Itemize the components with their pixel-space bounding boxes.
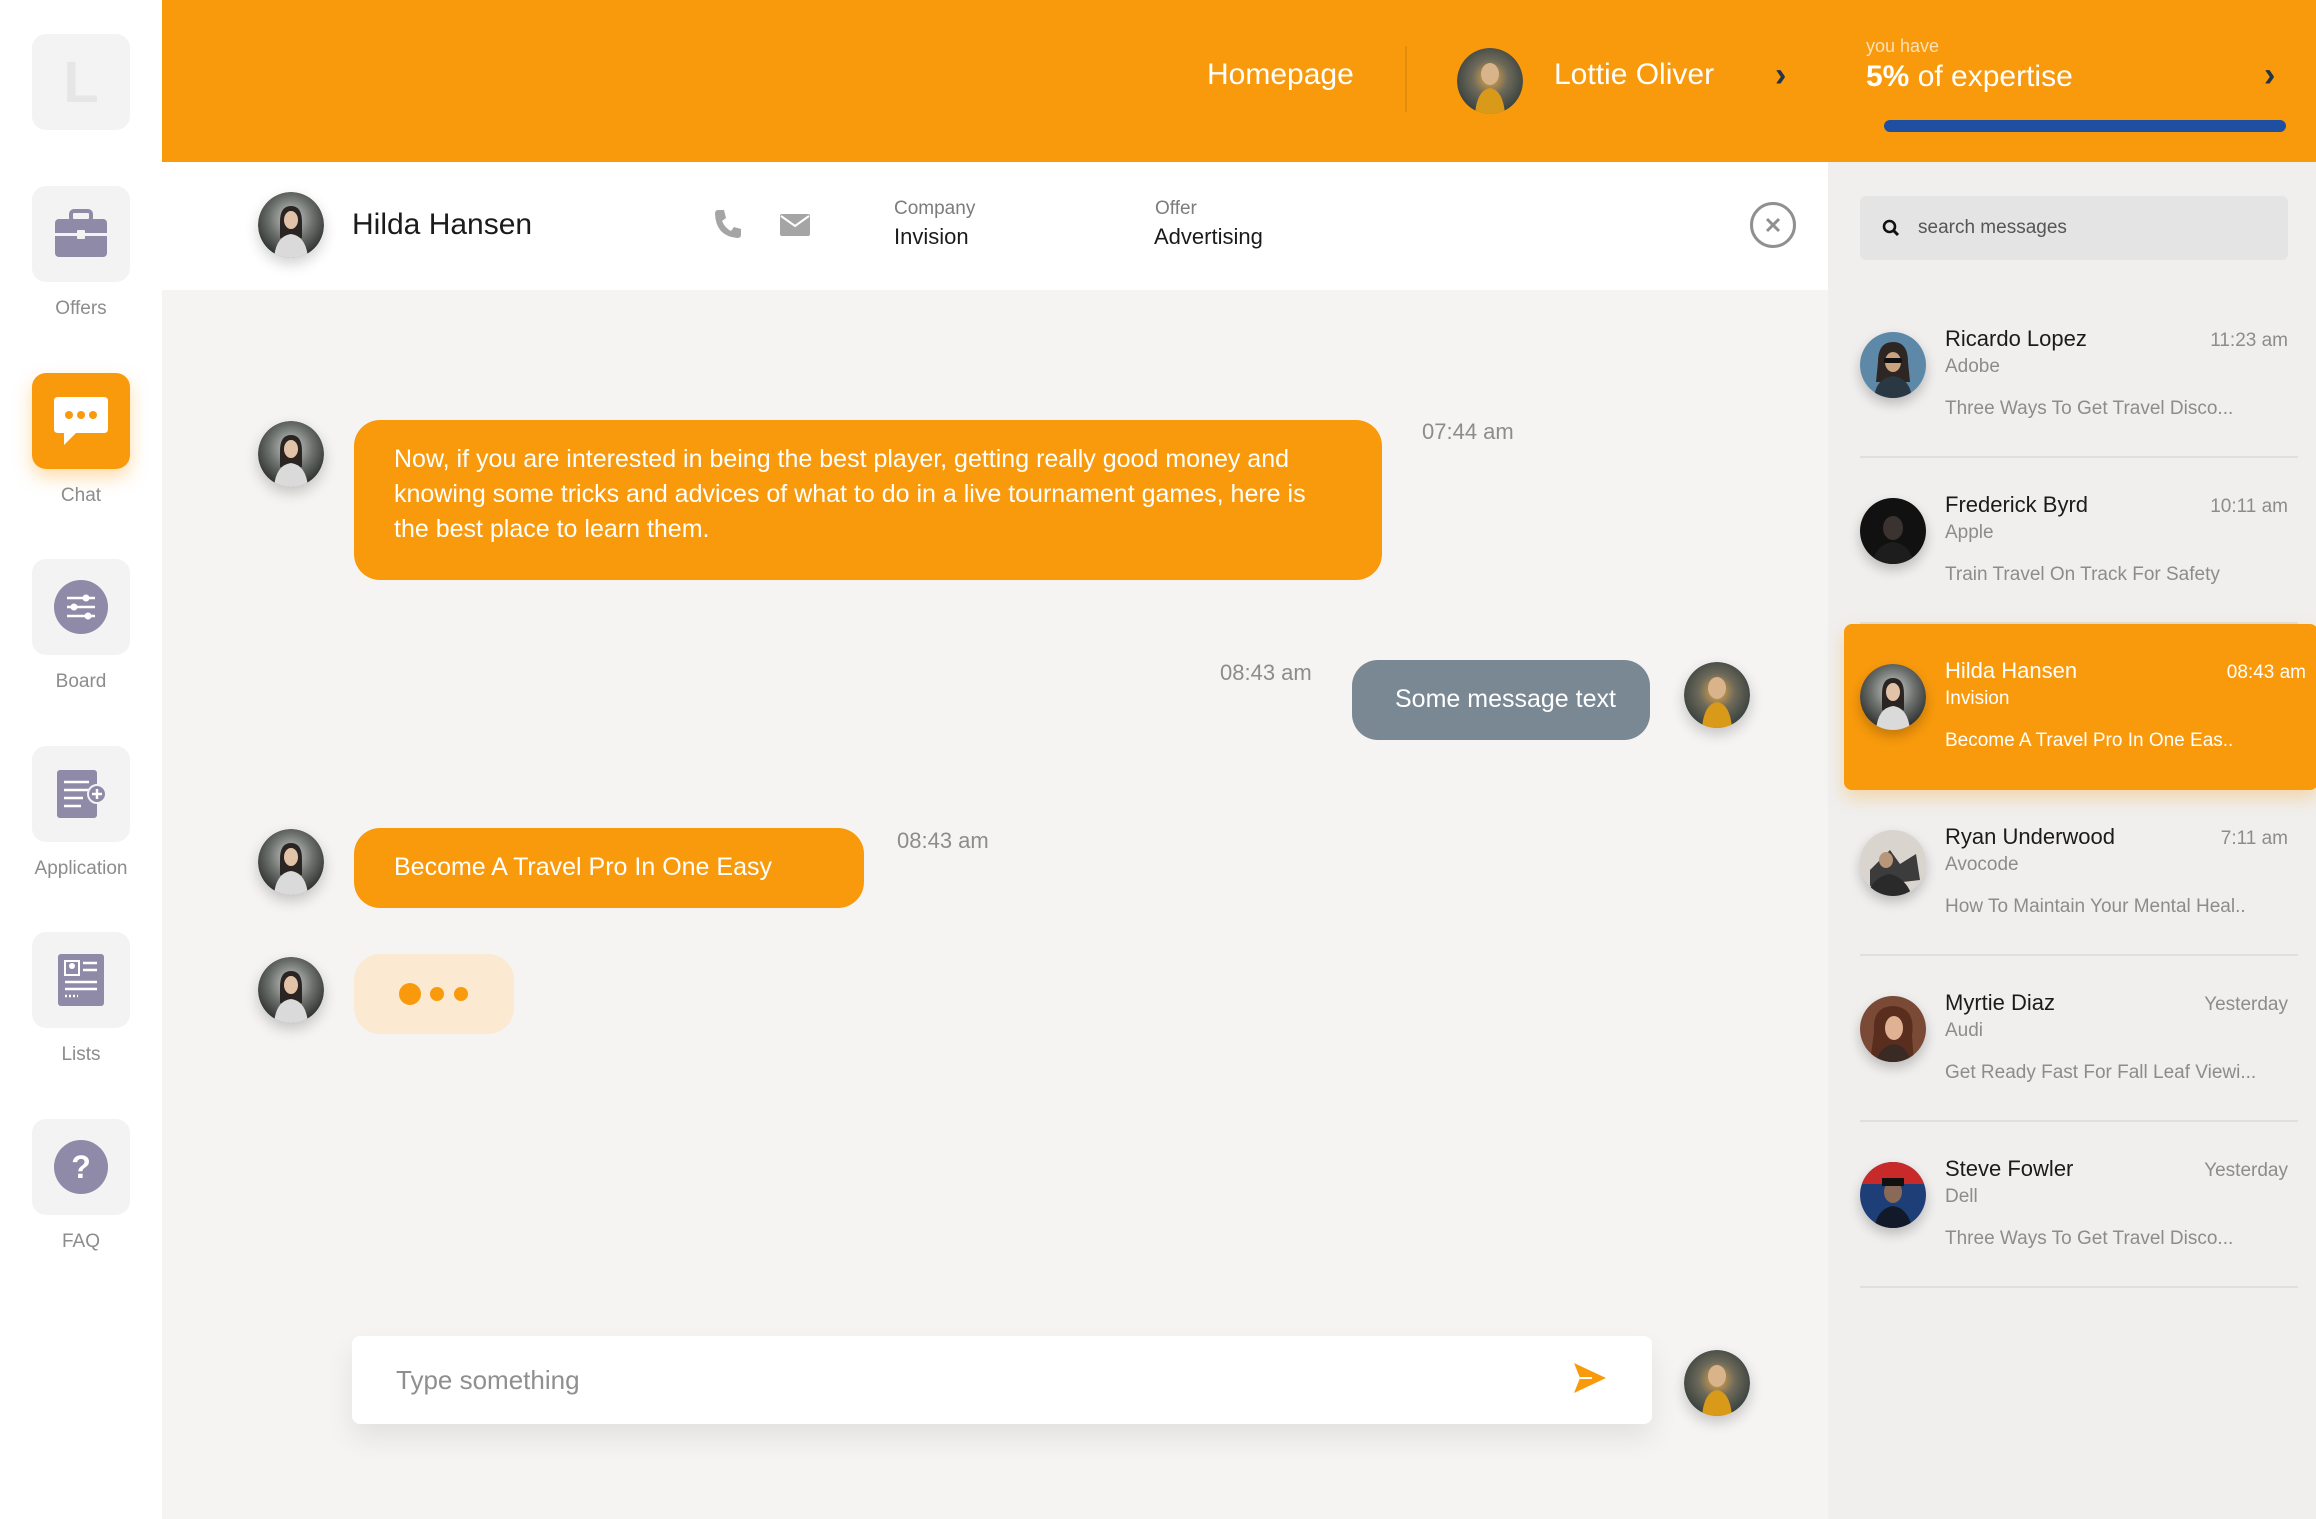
typing-dot (430, 987, 444, 1001)
search-icon (1882, 219, 1900, 237)
message-composer (352, 1336, 1652, 1424)
current-user-name[interactable]: Lottie Oliver (1554, 58, 1714, 92)
message-preview: Train Travel On Track For Safety (1945, 564, 2220, 585)
contact-avatar[interactable] (258, 192, 324, 258)
contact-time: 11:23 am (2210, 330, 2288, 351)
sidebar-item-label: Application (34, 858, 128, 879)
mail-icon[interactable] (780, 214, 810, 236)
current-user-avatar[interactable] (1457, 48, 1523, 114)
typing-dot (399, 983, 421, 1005)
conversation-item[interactable]: Myrtie Diaz Audi Yesterday Get Ready Fas… (1828, 956, 2316, 1122)
top-bar: Homepage Lottie Oliver › you have 5% of … (162, 0, 2316, 162)
sidebar: L Offers Chat Board Application Lists ? … (0, 0, 162, 1519)
contact-time: 08:43 am (2226, 662, 2306, 683)
chat-header: Hilda Hansen Company Invision Offer Adve… (162, 162, 1828, 290)
contact-name: Hilda Hansen (352, 208, 533, 241)
contact-avatar (1860, 332, 1926, 398)
app-logo[interactable]: L (32, 34, 130, 130)
contact-time: Yesterday (2204, 994, 2288, 1015)
contact-avatar (1860, 1162, 1926, 1228)
contact-name: Hilda Hansen (1945, 658, 2078, 683)
conversation-item[interactable]: Ryan Underwood Avocode 7:11 am How To Ma… (1828, 790, 2316, 956)
phone-icon[interactable] (712, 208, 742, 240)
company-value: Invision (894, 224, 969, 249)
contact-name: Frederick Byrd (1945, 492, 2089, 517)
message-preview: Become A Travel Pro In One Eas.. (1945, 730, 2234, 751)
contact-time: 7:11 am (2220, 828, 2288, 849)
expertise-progress-fill (1884, 120, 2286, 132)
contact-avatar (258, 957, 324, 1023)
offer-label: Offer (1155, 198, 1197, 219)
sliders-icon (54, 580, 108, 634)
send-icon[interactable] (1572, 1360, 1608, 1396)
contact-company: Adobe (1945, 356, 2000, 377)
typing-dot (454, 987, 468, 1001)
conversation-item[interactable]: Frederick Byrd Apple 10:11 am Train Trav… (1828, 458, 2316, 624)
chevron-right-icon[interactable]: › (1775, 56, 1786, 95)
contact-time: Yesterday (2204, 1160, 2288, 1181)
list-card-icon (58, 954, 104, 1006)
contact-avatar (1860, 664, 1926, 730)
contact-name: Ricardo Lopez (1945, 326, 2087, 351)
chevron-right-icon[interactable]: › (2264, 56, 2275, 95)
message-preview: Get Ready Fast For Fall Leaf Viewi... (1945, 1062, 2257, 1083)
message-preview: Three Ways To Get Travel Disco... (1945, 1228, 2234, 1249)
conversation-item-active[interactable]: Hilda Hansen Invision 08:43 am Become A … (1844, 624, 2316, 790)
message-time: 08:43 am (897, 828, 989, 853)
contact-avatar (1860, 498, 1926, 564)
conversations-panel: Ricardo Lopez Adobe 11:23 am Three Ways … (1828, 162, 2316, 1519)
contact-company: Audi (1945, 1020, 1984, 1041)
expertise-suffix: of expertise (1909, 60, 2073, 93)
contact-name: Ryan Underwood (1945, 824, 2115, 849)
close-chat-button[interactable] (1750, 202, 1796, 248)
contact-avatar (1860, 996, 1926, 1062)
close-icon (1765, 217, 1781, 233)
briefcase-icon (55, 209, 107, 257)
contact-name: Steve Fowler (1945, 1156, 2074, 1181)
expertise-progress-bar (1884, 120, 2286, 132)
homepage-link[interactable]: Homepage (1207, 58, 1354, 92)
sidebar-item-label: FAQ (61, 1231, 100, 1252)
message-preview: How To Maintain Your Mental Heal.. (1945, 896, 2246, 917)
expertise-caption: you have (1866, 36, 1940, 56)
contact-company: Apple (1945, 522, 1994, 543)
contact-name: Myrtie Diaz (1945, 990, 2056, 1015)
search-input[interactable] (1918, 196, 2278, 260)
message-input[interactable] (396, 1336, 1546, 1424)
contact-avatar (258, 829, 324, 895)
sidebar-item-label: Lists (61, 1044, 101, 1065)
conversation-item[interactable]: Ricardo Lopez Adobe 11:23 am Three Ways … (1828, 292, 2316, 458)
sidebar-item-label: Chat (60, 485, 102, 506)
message-time: 07:44 am (1422, 419, 1514, 444)
svg-text:?: ? (71, 1149, 91, 1185)
contact-avatar (1860, 830, 1926, 896)
message-bubble: Some message text (1352, 660, 1650, 740)
question-icon: ? (54, 1140, 108, 1194)
chat-bubble-icon (54, 397, 108, 445)
typing-indicator (354, 954, 514, 1034)
sidebar-item-label: Board (55, 671, 107, 692)
conversation-item[interactable]: Steve Fowler Dell Yesterday Three Ways T… (1828, 1122, 2316, 1288)
search-box (1860, 196, 2288, 260)
top-divider (1405, 46, 1407, 112)
contact-company: Avocode (1945, 854, 2019, 875)
contact-company: Dell (1945, 1186, 1978, 1207)
expertise-text: 5% of expertise (1866, 60, 2073, 94)
contact-avatar (258, 421, 324, 487)
document-add-icon (57, 770, 107, 818)
message-bubble: Become A Travel Pro In One Easy (354, 828, 864, 908)
message-bubble: Now, if you are interested in being the … (354, 420, 1382, 580)
message-preview: Three Ways To Get Travel Disco... (1945, 398, 2234, 419)
offer-value: Advertising (1154, 224, 1263, 249)
current-user-avatar (1684, 1350, 1750, 1416)
expertise-percent: 5% (1866, 60, 1910, 93)
sidebar-item-label: Offers (55, 298, 107, 319)
company-label: Company (894, 198, 976, 219)
contact-time: 10:11 am (2210, 496, 2288, 517)
message-time: 08:43 am (1220, 660, 1312, 685)
current-user-avatar (1684, 662, 1750, 728)
contact-company: Invision (1945, 688, 2010, 709)
